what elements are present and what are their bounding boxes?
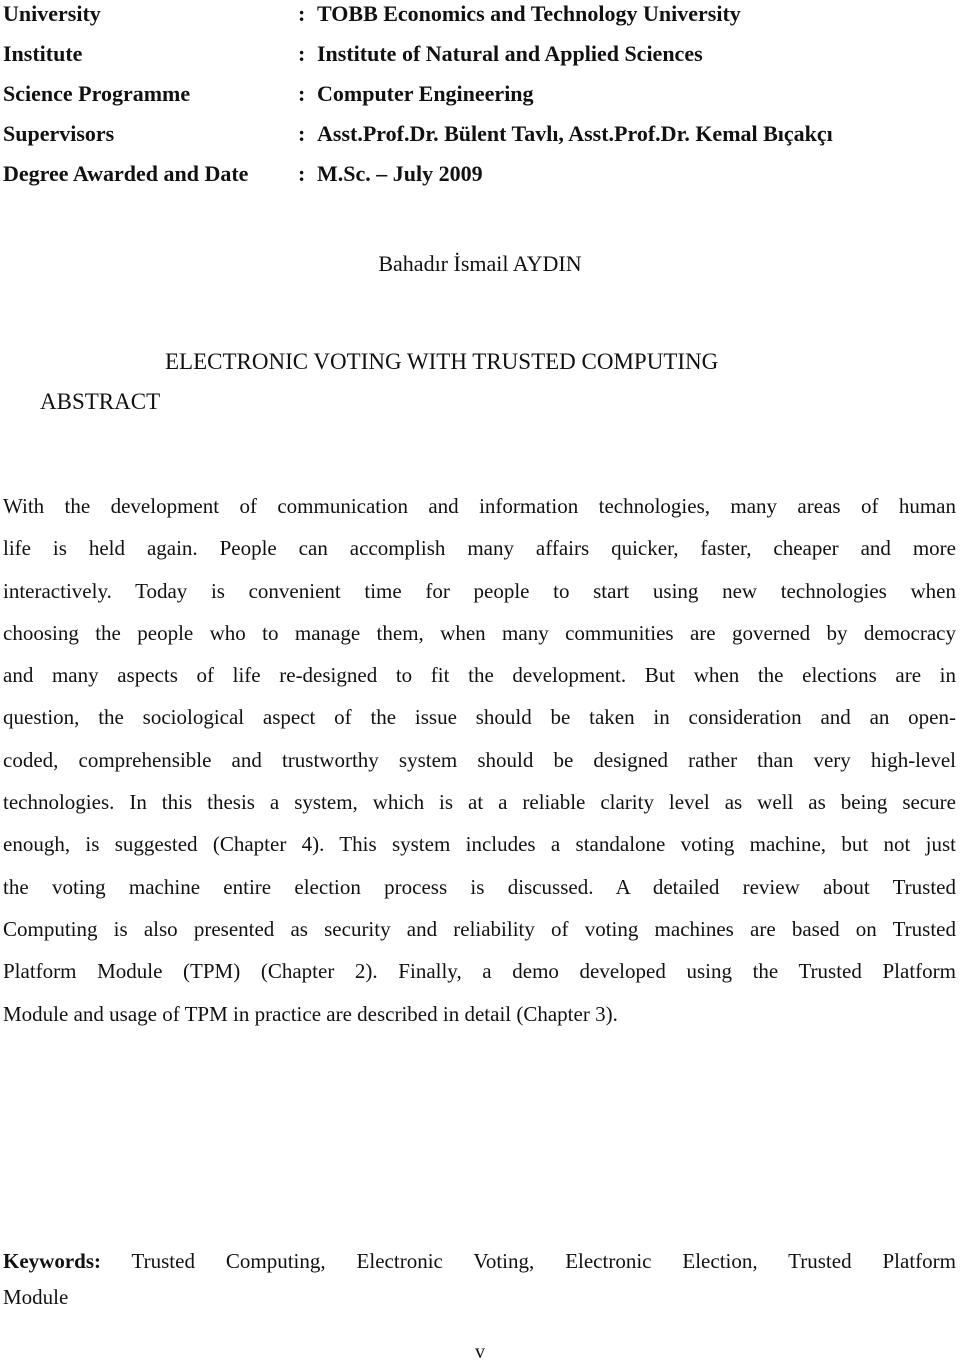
abstract-line: Platform Module (TPM) (Chapter 2). Final…: [3, 959, 956, 984]
metadata-colon: :: [298, 121, 306, 146]
abstract-line: Module and usage of TPM in practice are …: [3, 1001, 618, 1026]
metadata-colon: :: [298, 161, 306, 186]
metadata-value: Computer Engineering: [317, 81, 534, 106]
abstract-line: technologies. In this thesis a system, w…: [3, 790, 956, 815]
metadata-value: M.Sc. – July 2009: [317, 161, 483, 186]
abstract-body: With the development of communication an…: [3, 485, 956, 1035]
thesis-title: ELECTRONIC VOTING WITH TRUSTED COMPUTING: [165, 349, 719, 374]
abstract-line: interactively. Today is convenient time …: [3, 578, 956, 603]
abstract-line: life is held again. People can accomplis…: [3, 536, 956, 561]
metadata-label: Science Programme: [3, 81, 191, 106]
page-number: v: [475, 1341, 485, 1363]
abstract-line: Computing is also presented as security …: [3, 916, 956, 941]
metadata-value: Institute of Natural and Applied Science…: [317, 41, 703, 66]
keywords-label: Keywords:: [3, 1249, 101, 1273]
metadata-value: TOBB Economics and Technology University: [317, 1, 741, 26]
keywords-line: Keywords: Trusted Computing, Electronic …: [3, 1243, 956, 1279]
keywords-section: Keywords: Trusted Computing, Electronic …: [3, 1243, 956, 1315]
abstract-line: coded, comprehensible and trustworthy sy…: [3, 747, 956, 772]
abstract-line: question, the sociological aspect of the…: [3, 705, 956, 730]
metadata-colon: :: [298, 81, 306, 106]
metadata-label: Institute: [3, 41, 83, 66]
metadata-label: University: [3, 1, 101, 26]
metadata-colon: :: [298, 1, 306, 26]
metadata-colon: :: [298, 41, 306, 66]
metadata-value: Asst.Prof.Dr. Bülent Tavlı, Asst.Prof.Dr…: [317, 121, 833, 146]
author-name: Bahadır İsmail AYDIN: [378, 251, 582, 276]
metadata-label: Supervisors: [3, 121, 115, 146]
abstract-line: choosing the people who to manage them, …: [3, 620, 956, 645]
keywords-line-continued: Module: [3, 1285, 69, 1309]
metadata-label: Degree Awarded and Date: [3, 161, 249, 186]
keywords-text: Trusted Computing, Electronic Voting, El…: [131, 1249, 956, 1273]
abstract-line: the voting machine entire election proce…: [3, 874, 956, 899]
abstract-line: enough, is suggested (Chapter 4). This s…: [3, 832, 956, 857]
abstract-heading: ABSTRACT: [40, 389, 161, 414]
abstract-line: With the development of communication an…: [3, 494, 956, 518]
abstract-line: and many aspects of life re-designed to …: [3, 663, 956, 688]
